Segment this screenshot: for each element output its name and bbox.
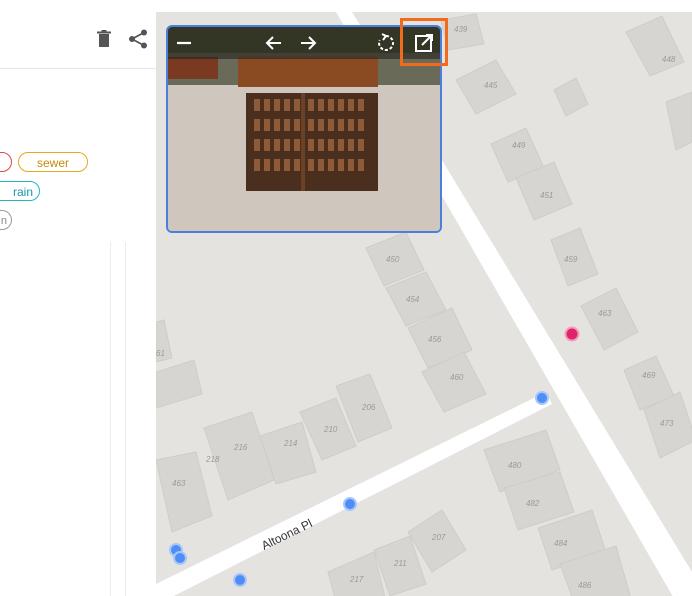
map-marker-selected[interactable]: [564, 326, 580, 342]
svg-text:460: 460: [450, 373, 464, 382]
svg-text:451: 451: [540, 191, 553, 200]
svg-text:454: 454: [406, 295, 420, 304]
svg-text:482: 482: [526, 499, 540, 508]
photo-viewer[interactable]: [166, 25, 442, 233]
svg-text:463: 463: [172, 479, 186, 488]
photo-toolbar: [168, 27, 440, 59]
svg-text:206: 206: [361, 403, 376, 412]
svg-text:448: 448: [662, 55, 676, 64]
map-marker[interactable]: [343, 497, 357, 511]
tag-chip[interactable]: [0, 152, 12, 172]
map-marker[interactable]: [535, 391, 549, 405]
svg-text:211: 211: [393, 559, 407, 568]
panel-scrollbar[interactable]: [110, 242, 126, 596]
tag-chip[interactable]: n: [0, 210, 12, 230]
svg-text:463: 463: [598, 309, 612, 318]
map-marker[interactable]: [233, 573, 247, 587]
minimize-icon[interactable]: [172, 31, 196, 55]
arrow-right-icon[interactable]: [296, 31, 320, 55]
map-marker[interactable]: [173, 551, 187, 565]
svg-text:456: 456: [428, 335, 442, 344]
svg-text:486: 486: [578, 581, 592, 590]
tag-chip-rain[interactable]: rain: [0, 181, 40, 201]
tag-chip-sewer[interactable]: sewer: [18, 152, 88, 172]
svg-text:445: 445: [484, 81, 498, 90]
svg-text:449: 449: [512, 141, 526, 150]
svg-text:210: 210: [323, 425, 338, 434]
svg-text:207: 207: [431, 533, 446, 542]
trash-icon[interactable]: [93, 28, 115, 50]
svg-text:473: 473: [660, 419, 674, 428]
svg-text:216: 216: [233, 443, 248, 452]
left-panel: sewer rain n: [0, 0, 156, 596]
svg-text:480: 480: [508, 461, 522, 470]
svg-text:484: 484: [554, 539, 568, 548]
arrow-left-icon[interactable]: [262, 31, 286, 55]
svg-text:439: 439: [454, 25, 468, 34]
svg-text:469: 469: [642, 371, 656, 380]
svg-text:218: 218: [205, 455, 220, 464]
open-external-icon[interactable]: [412, 31, 436, 55]
svg-text:459: 459: [564, 255, 578, 264]
svg-text:61: 61: [156, 349, 165, 358]
svg-text:214: 214: [283, 439, 298, 448]
share-icon[interactable]: [127, 28, 149, 50]
svg-text:217: 217: [349, 575, 364, 584]
rotate-icon[interactable]: [374, 31, 398, 55]
svg-text:450: 450: [386, 255, 400, 264]
